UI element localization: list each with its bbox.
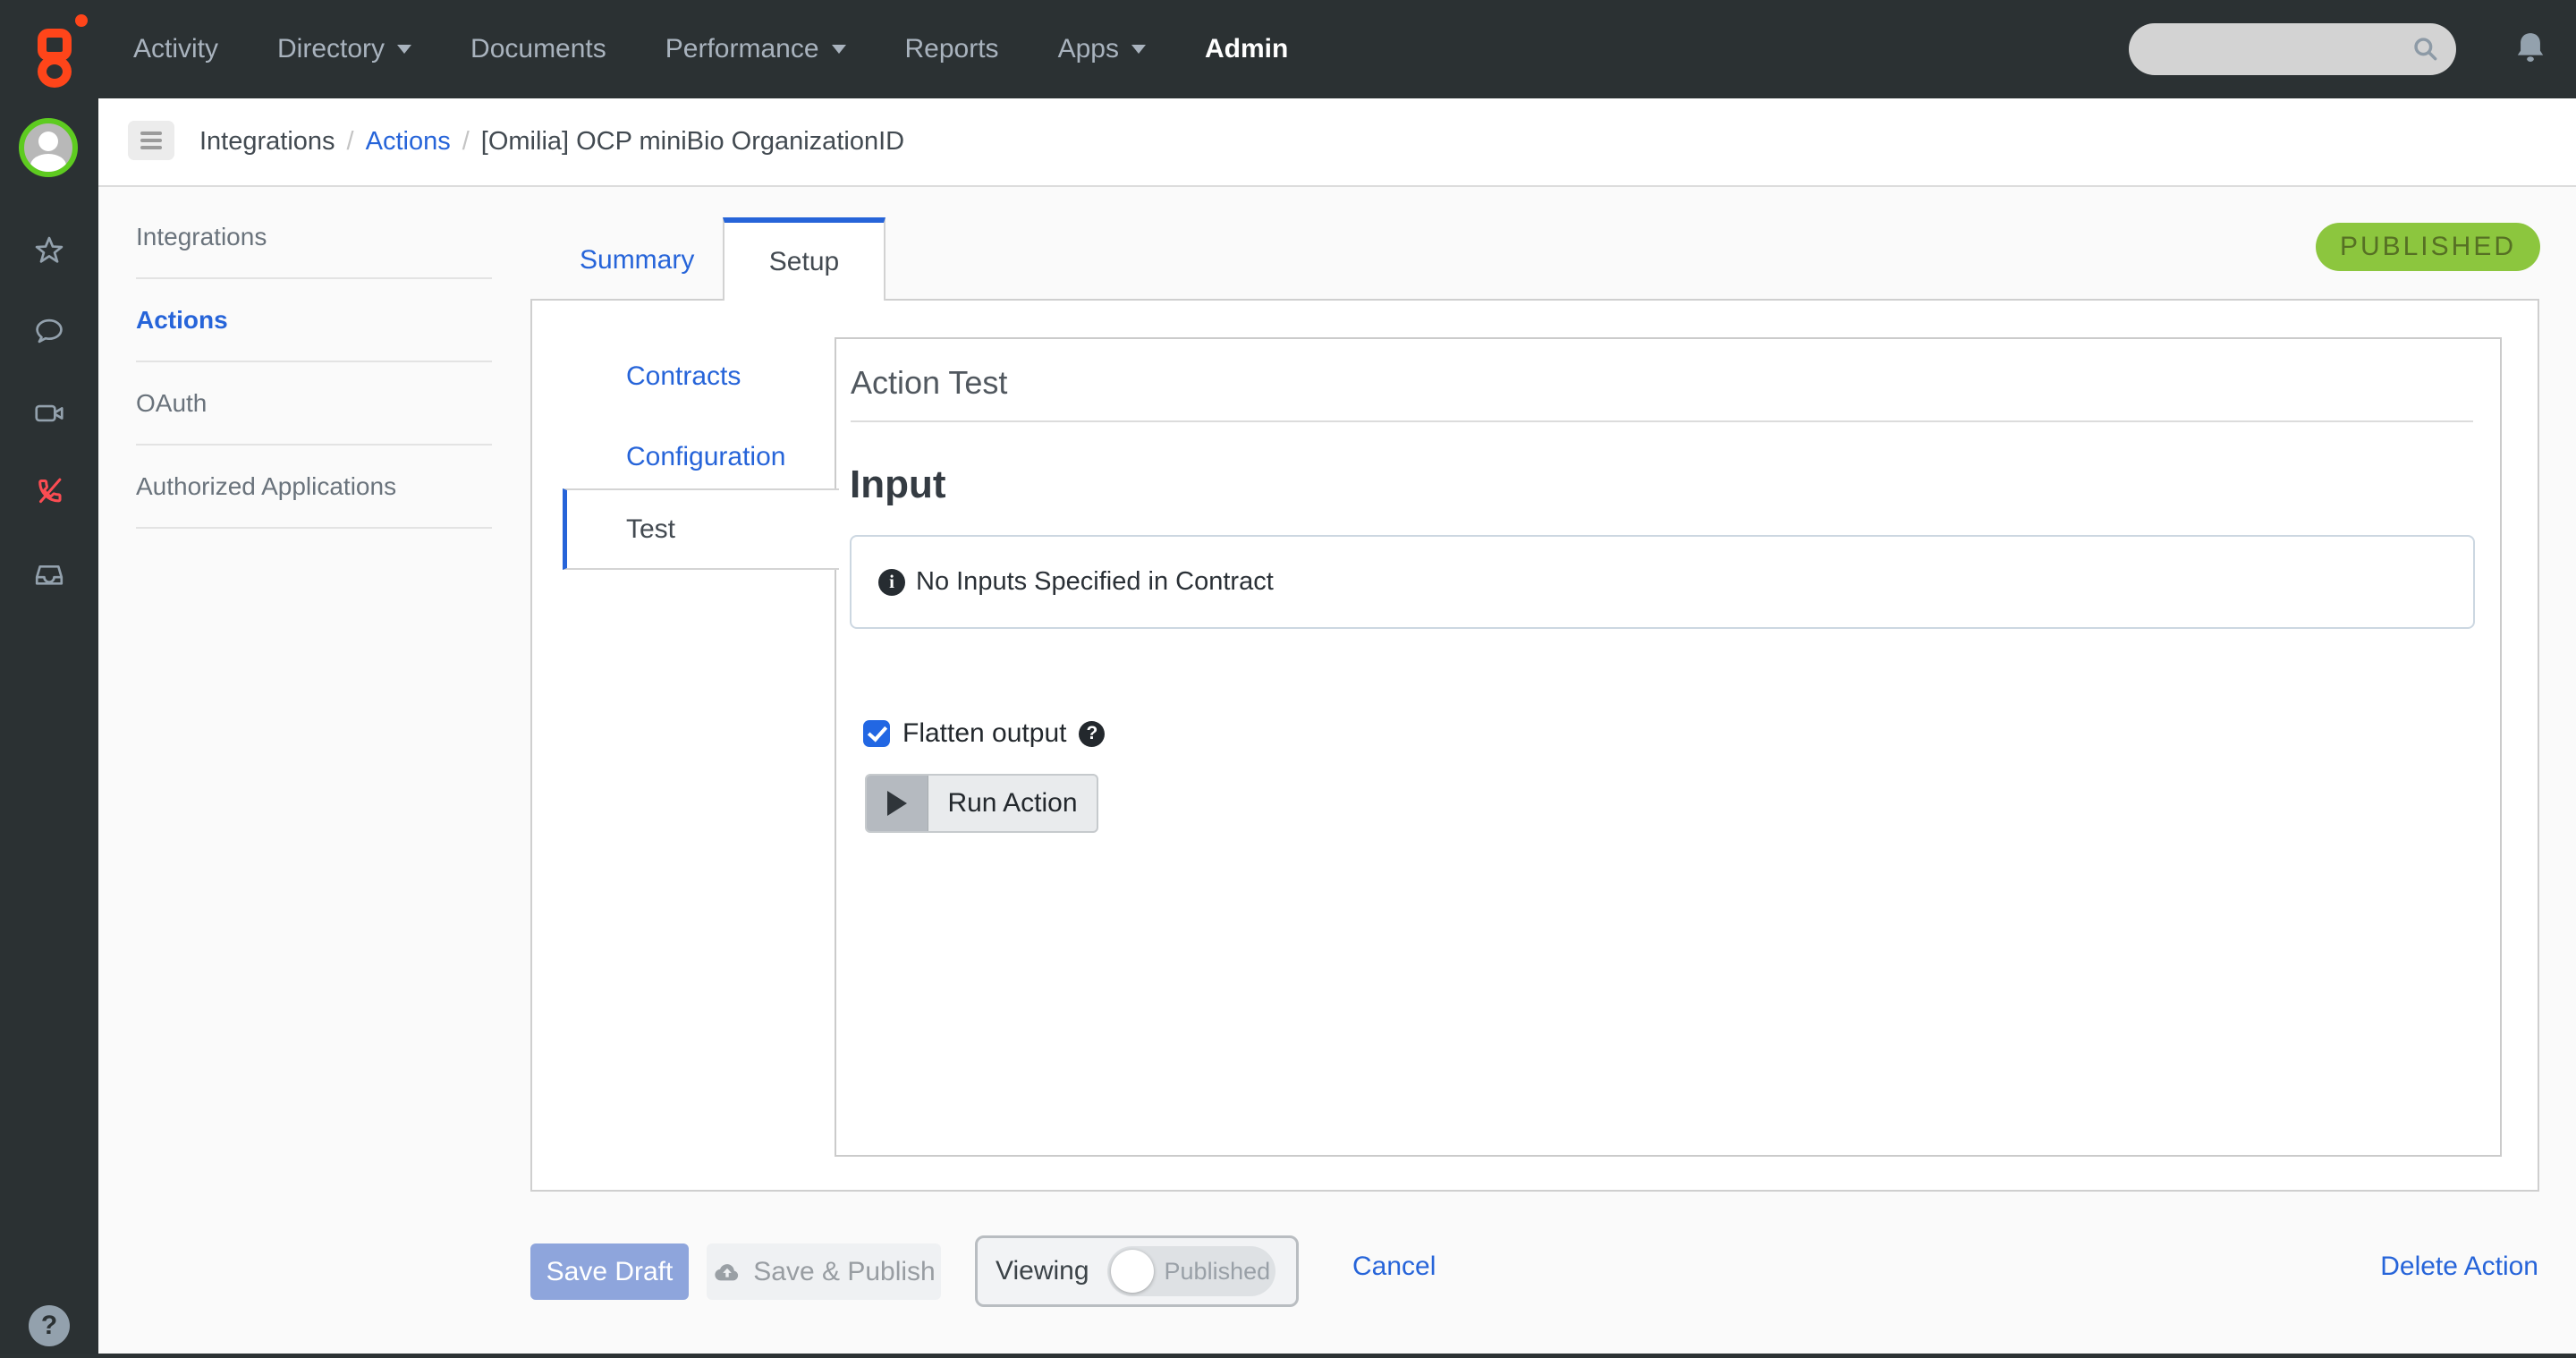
nav-item-activity[interactable]: Activity bbox=[104, 34, 248, 64]
breadcrumb-separator: / bbox=[462, 127, 470, 156]
nav-item-apps[interactable]: Apps bbox=[1029, 34, 1175, 64]
cancel-link[interactable]: Cancel bbox=[1352, 1252, 1436, 1282]
nav-item-admin[interactable]: Admin bbox=[1175, 34, 1318, 64]
info-icon: i bbox=[878, 568, 905, 596]
viewing-toggle-group: Viewing Published bbox=[975, 1235, 1299, 1307]
chevron-down-icon bbox=[831, 45, 846, 54]
menu-item-integrations[interactable]: Integrations bbox=[136, 196, 492, 279]
menu-item-actions[interactable]: Actions bbox=[136, 279, 492, 362]
breadcrumb-integrations: Integrations bbox=[199, 127, 335, 156]
cloud-upload-icon bbox=[715, 1263, 739, 1280]
flatten-output-checkbox[interactable] bbox=[863, 720, 890, 747]
genesys-logo-icon bbox=[27, 13, 95, 88]
window-bottom-edge bbox=[0, 1354, 2576, 1358]
viewing-label: Viewing bbox=[996, 1256, 1089, 1286]
breadcrumb-actions-link[interactable]: Actions bbox=[366, 127, 451, 157]
breadcrumb: Integrations / Actions / [Omilia] OCP mi… bbox=[199, 98, 904, 185]
flatten-output-label: Flatten output bbox=[902, 718, 1067, 748]
left-icon-rail: ? bbox=[0, 98, 98, 1358]
viewing-toggle[interactable]: Published bbox=[1106, 1246, 1275, 1296]
video-call-icon[interactable] bbox=[32, 396, 66, 430]
menu-item-oauth[interactable]: OAuth bbox=[136, 362, 492, 446]
flatten-output-row: Flatten output ? bbox=[863, 718, 1106, 749]
action-test-card: Action Test Input i No Inputs Specified … bbox=[835, 337, 2502, 1157]
tab-summary[interactable]: Summary bbox=[580, 245, 694, 276]
input-section-heading: Input bbox=[850, 463, 946, 506]
top-nav-bar: Activity Directory Documents Performance… bbox=[0, 0, 2576, 98]
search-icon bbox=[2414, 38, 2437, 61]
inbox-icon[interactable] bbox=[32, 557, 66, 591]
divider bbox=[851, 420, 2473, 422]
flatten-help-icon[interactable]: ? bbox=[1079, 720, 1106, 747]
search-input[interactable] bbox=[2129, 23, 2456, 75]
status-badge: PUBLISHED bbox=[2315, 223, 2540, 271]
setup-tab-test[interactable]: Test bbox=[563, 488, 839, 570]
integrations-side-menu: Integrations Actions OAuth Authorized Ap… bbox=[136, 196, 492, 529]
chat-icon[interactable] bbox=[32, 314, 66, 348]
nav-item-performance[interactable]: Performance bbox=[636, 34, 876, 64]
menu-toggle-button[interactable] bbox=[128, 121, 174, 160]
help-icon[interactable]: ? bbox=[29, 1305, 70, 1346]
breadcrumb-bar: Integrations / Actions / [Omilia] OCP mi… bbox=[98, 98, 2576, 187]
save-publish-button[interactable]: Save & Publish bbox=[707, 1243, 941, 1300]
breadcrumb-current-page: [Omilia] OCP miniBio OrganizationID bbox=[480, 127, 905, 156]
save-draft-button[interactable]: Save Draft bbox=[530, 1243, 689, 1300]
card-title: Action Test bbox=[851, 364, 1008, 401]
phone-disabled-icon[interactable] bbox=[32, 473, 66, 507]
run-action-button[interactable]: Run Action bbox=[865, 774, 1098, 833]
no-inputs-notice: i No Inputs Specified in Contract bbox=[850, 535, 2475, 629]
top-nav-menu: Activity Directory Documents Performance… bbox=[104, 0, 1318, 98]
toggle-knob[interactable] bbox=[1110, 1250, 1154, 1293]
setup-tab-configuration[interactable]: Configuration bbox=[626, 442, 785, 472]
play-icon bbox=[887, 791, 907, 816]
nav-item-documents[interactable]: Documents bbox=[441, 34, 636, 64]
menu-item-authorized-applications[interactable]: Authorized Applications bbox=[136, 446, 492, 529]
setup-tab-contracts[interactable]: Contracts bbox=[626, 361, 741, 392]
notifications-bell-icon[interactable] bbox=[2510, 25, 2551, 72]
chevron-down-icon bbox=[1131, 45, 1146, 54]
tab-setup[interactable]: Setup bbox=[723, 217, 886, 301]
breadcrumb-separator: / bbox=[346, 127, 354, 156]
toggle-state-label: Published bbox=[1164, 1257, 1271, 1285]
nav-item-reports[interactable]: Reports bbox=[876, 34, 1029, 64]
no-inputs-notice-text: No Inputs Specified in Contract bbox=[916, 567, 1274, 596]
user-avatar[interactable] bbox=[19, 118, 78, 177]
delete-action-link[interactable]: Delete Action bbox=[2380, 1252, 2538, 1282]
global-search bbox=[2129, 23, 2456, 75]
favorites-star-icon[interactable] bbox=[32, 233, 66, 267]
chevron-down-icon bbox=[397, 45, 412, 54]
nav-item-directory[interactable]: Directory bbox=[248, 34, 441, 64]
